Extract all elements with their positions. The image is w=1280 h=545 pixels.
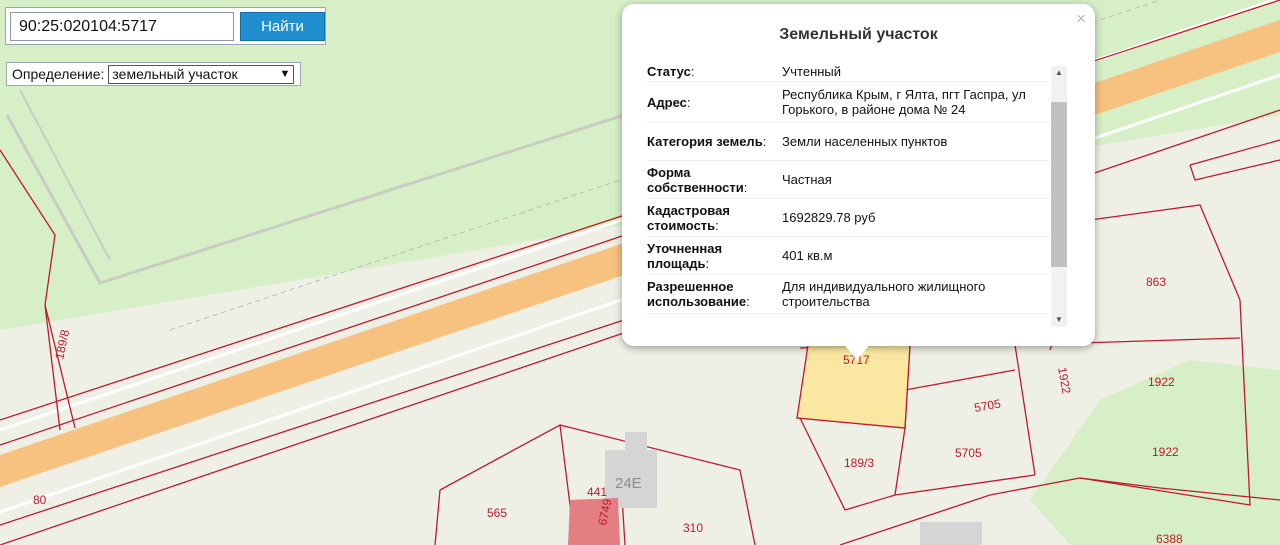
popup-scrollbar[interactable]: ▲ ▼ [1051,66,1067,327]
building-2 [625,432,647,454]
attribute-value: Земли населенных пунктов [782,134,948,149]
popup-title: Земельный участок [779,26,938,43]
definition-select[interactable]: земельный участок ▼ [108,64,295,84]
attribute-value: Учтенный [782,63,842,79]
attribute-row: Статус: Учтенный [647,61,1049,82]
parcel-label: 1922 [1148,375,1175,389]
definition-panel: Определение: земельный участок ▼ [6,62,301,86]
parcel-info-popup: × Земельный участок Статус: Учтенный Адр… [622,4,1095,346]
parcel-label: 5705 [955,446,982,460]
attribute-row: Кадастровая стоимость: 1692829.78 руб [647,199,1049,237]
attribute-key: Уточненная площадь [647,240,723,271]
popup-pointer [843,343,871,360]
attribute-row: Адрес: Республика Крым, г Ялта, пгт Гасп… [647,82,1049,123]
search-button[interactable]: Найти [240,12,325,41]
parcel-label: 863 [1146,275,1166,289]
definition-selected-value: земельный участок [112,66,238,82]
attribute-value: 401 кв.м [782,248,833,263]
attribute-row: Форма собственности: Частная [647,161,1049,199]
attribute-key: Статус [647,63,691,79]
parcel-label: 6388 [1156,532,1183,545]
search-input[interactable] [10,12,234,41]
parcel-label: 189/3 [844,456,874,470]
parcel-label: 565 [487,506,507,520]
attribute-value: Республика Крым, г Ялта, пгт Гаспра, ул … [782,87,1026,117]
attribute-row: Категория земель: Земли населенных пункт… [647,123,1049,161]
parcel-label: 441 [587,485,607,499]
scroll-thumb[interactable] [1051,102,1067,267]
attribute-row: Уточненная площадь: 401 кв.м [647,237,1049,275]
building-label: 24Е [615,475,642,492]
attribute-key: Категория земель [647,134,763,149]
attribute-value: 1692829.78 руб [782,210,876,225]
attribute-row: Разрешенное использование: Для индивидуа… [647,275,1049,314]
parcel-label: 310 [683,521,703,535]
attribute-value: Частная [782,172,832,187]
definition-label: Определение: [12,66,105,82]
attribute-value: Для индивидуального жилищного строительс… [782,279,986,309]
popup-attribute-list[interactable]: Статус: Учтенный Адрес: Республика Крым,… [647,61,1049,331]
scroll-down-arrow-icon[interactable]: ▼ [1051,313,1067,327]
attribute-key: Разрешенное использование [647,279,747,309]
chevron-down-icon: ▼ [279,68,291,80]
building-3 [920,522,982,545]
search-panel: Найти [5,7,326,45]
attribute-key: Форма собственности [647,164,744,195]
attribute-key: Адрес [647,94,687,110]
parcel-label: 80 [33,493,47,507]
parcel-label: 1922 [1152,445,1179,459]
scroll-up-arrow-icon[interactable]: ▲ [1051,66,1067,80]
